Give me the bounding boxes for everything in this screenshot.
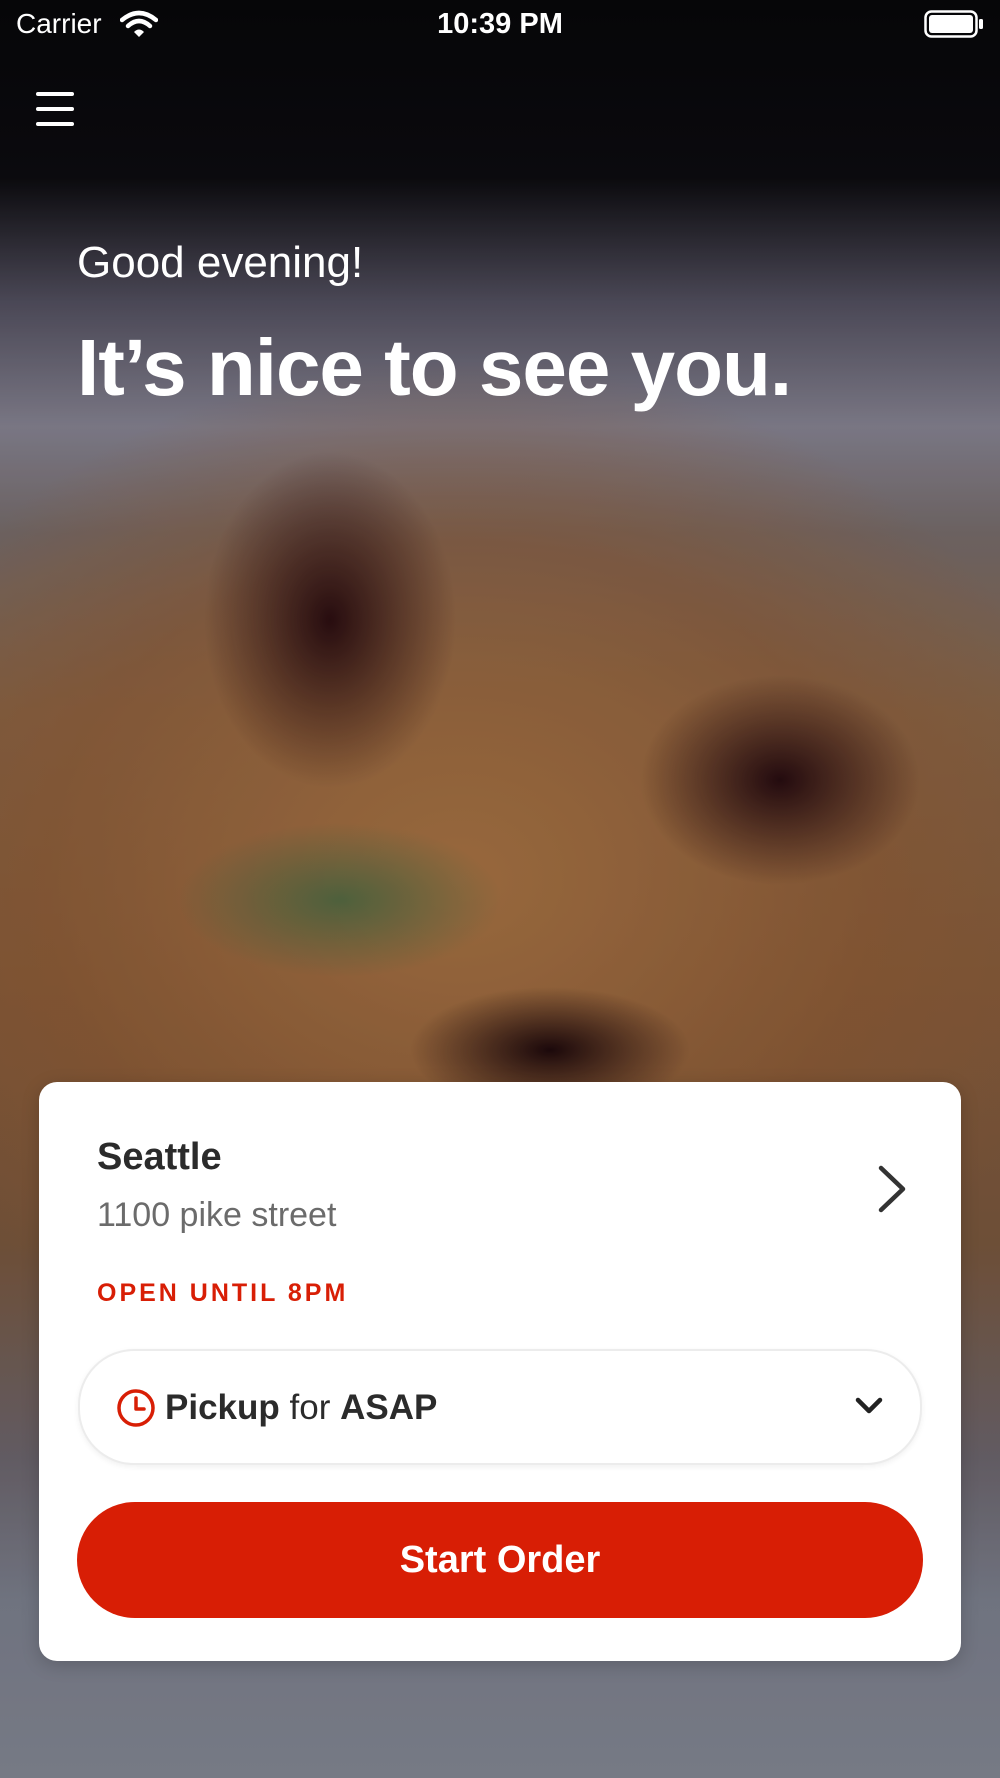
chevron-down-icon[interactable]: [854, 1395, 884, 1422]
order-time: ASAP: [340, 1388, 438, 1427]
greeting-text: Good evening!: [77, 238, 364, 287]
hamburger-menu-icon[interactable]: [36, 92, 80, 132]
order-connector: for: [289, 1388, 331, 1427]
location-name[interactable]: Seattle: [97, 1136, 222, 1179]
order-mode-text: Pickup for ASAP: [165, 1388, 437, 1428]
start-order-button[interactable]: Start Order: [77, 1502, 923, 1618]
order-mode-selector[interactable]: Pickup for ASAP: [78, 1349, 922, 1465]
chevron-right-icon[interactable]: [873, 1164, 909, 1214]
headline-text: It’s nice to see you.: [77, 323, 792, 412]
location-address[interactable]: 1100 pike street: [97, 1196, 336, 1235]
clock-icon: [116, 1388, 156, 1433]
open-status-label: OPEN UNTIL 8PM: [97, 1279, 349, 1307]
battery-icon: [924, 10, 984, 43]
status-time: 10:39 PM: [437, 8, 563, 40]
order-method: Pickup: [165, 1388, 280, 1427]
home-screen: Carrier 10:39 PM Good evening! It’s nice…: [0, 0, 1000, 1778]
location-card: Seattle 1100 pike street OPEN UNTIL 8PM …: [39, 1082, 961, 1661]
status-bar: Carrier 10:39 PM: [0, 0, 1000, 50]
